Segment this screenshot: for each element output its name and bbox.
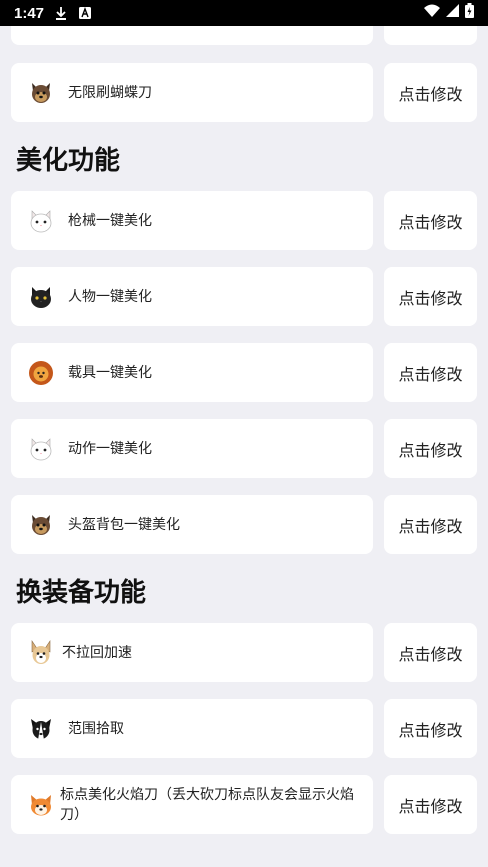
feature-card[interactable]: 不拉回加速 <box>11 623 373 682</box>
feature-label: 人物一键美化 <box>68 288 152 305</box>
modify-button[interactable]: 点击修改 <box>384 63 477 122</box>
feature-card[interactable]: 头盔背包一键美化 <box>11 495 373 554</box>
feature-label: 范围拾取 <box>68 720 124 737</box>
list-row: 范围拾取 点击修改 <box>11 699 477 758</box>
cell-signal-icon <box>446 4 459 22</box>
feature-card[interactable]: 范围拾取 <box>11 699 373 758</box>
feature-label: 无限刷蝴蝶刀 <box>68 84 152 101</box>
yorkie-dog-icon <box>28 512 54 538</box>
status-time: 1:47 <box>14 4 45 22</box>
black-cat-icon <box>28 284 54 310</box>
feature-label: 枪械一键美化 <box>68 212 152 229</box>
feature-card[interactable]: 枪械一键美化 <box>11 191 373 250</box>
border-collie-icon <box>28 716 54 742</box>
feature-label: 载具一键美化 <box>68 364 152 381</box>
battery-icon <box>465 3 474 23</box>
list-row: 头盔背包一键美化 点击修改 <box>11 495 477 554</box>
modify-button[interactable]: 点击修改 <box>384 699 477 758</box>
section-title: 换装备功能 <box>16 578 147 608</box>
list-row: 动作一键美化 点击修改 <box>11 419 477 478</box>
modify-button[interactable]: 点击修改 <box>384 775 477 834</box>
modify-button[interactable]: 点击修改 <box>384 191 477 250</box>
corgi-dog-icon <box>28 639 54 666</box>
feature-label: 不拉回加速 <box>62 644 132 661</box>
feature-card[interactable]: 无限刷蝴蝶刀 <box>11 63 373 122</box>
download-icon <box>54 6 68 20</box>
list-row: 枪械一键美化 点击修改 <box>11 191 477 250</box>
list-row: 不拉回加速 点击修改 <box>11 623 477 682</box>
white-cat-icon <box>28 208 54 234</box>
modify-button[interactable]: 点击修改 <box>384 267 477 326</box>
white-cat-icon <box>28 436 54 462</box>
feature-card[interactable]: 标点美化火焰刀（丢大砍刀标点队友会显示火焰刀） <box>11 775 373 834</box>
shiba-dog-icon <box>28 792 54 818</box>
status-bar: 1:47 <box>0 0 488 26</box>
status-icons <box>424 3 474 23</box>
text-format-icon <box>78 6 92 20</box>
feature-label: 动作一键美化 <box>68 440 152 457</box>
wifi-icon <box>424 4 440 22</box>
list-row: 载具一键美化 点击修改 <box>11 343 477 402</box>
feature-card[interactable]: 载具一键美化 <box>11 343 373 402</box>
feature-label: 头盔背包一键美化 <box>68 516 180 533</box>
modify-button[interactable]: 点击修改 <box>384 495 477 554</box>
modify-button[interactable]: 点击修改 <box>384 419 477 478</box>
section-title: 美化功能 <box>16 146 121 176</box>
modify-button[interactable]: 点击修改 <box>384 343 477 402</box>
lion-icon <box>28 360 54 386</box>
feature-card[interactable]: 人物一键美化 <box>11 267 373 326</box>
list-row: 人物一键美化 点击修改 <box>11 267 477 326</box>
list-row: 标点美化火焰刀（丢大砍刀标点队友会显示火焰刀） 点击修改 <box>11 775 477 834</box>
feature-card[interactable]: 动作一键美化 <box>11 419 373 478</box>
yorkie-dog-icon <box>28 80 54 106</box>
modify-button[interactable]: 点击修改 <box>384 623 477 682</box>
feature-label: 标点美化火焰刀（丢大砍刀标点队友会显示火焰刀） <box>60 786 354 823</box>
list-row: 无限刷蝴蝶刀 点击修改 <box>11 63 477 122</box>
